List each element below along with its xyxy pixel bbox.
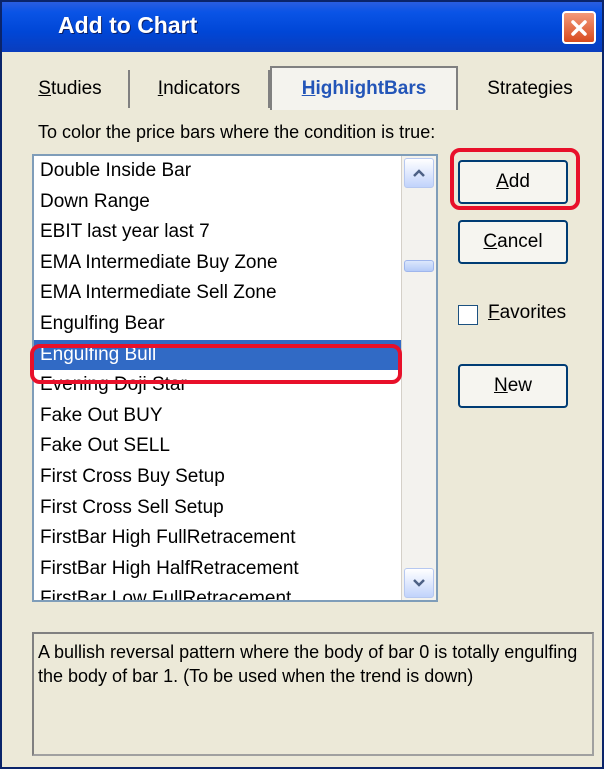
tab-label-rest: ighlightBars — [315, 78, 427, 99]
list-item[interactable]: First Cross Sell Setup — [34, 493, 402, 524]
favorites-label[interactable]: Favorites — [488, 302, 566, 324]
list-item[interactable]: FirstBar Low FullRetracement — [34, 584, 402, 600]
tab-label-rest: ndicators — [163, 78, 241, 99]
tab-label: Strategies — [487, 78, 573, 99]
highlightbars-list[interactable]: Double Inside Bar Down Range EBIT last y… — [32, 154, 438, 602]
add-button[interactable]: Add — [458, 160, 568, 204]
add-to-chart-dialog: Add to Chart Studies Indicators Highligh… — [0, 0, 604, 769]
scroll-up-button[interactable] — [404, 158, 434, 188]
list-rows: Double Inside Bar Down Range EBIT last y… — [34, 156, 402, 600]
description-box: A bullish reversal pattern where the bod… — [32, 632, 594, 756]
list-item[interactable]: First Cross Buy Setup — [34, 462, 402, 493]
list-item[interactable]: Down Range — [34, 187, 402, 218]
cancel-button[interactable]: Cancel — [458, 220, 568, 264]
list-item[interactable]: EMA Intermediate Buy Zone — [34, 248, 402, 279]
button-label-rest: dd — [508, 171, 530, 192]
list-item[interactable]: Evening Doji Star — [34, 370, 402, 401]
tab-highlightbars[interactable]: HighlightBars — [270, 66, 458, 110]
tab-label-rest: tudies — [50, 78, 102, 99]
window-title: Add to Chart — [58, 12, 198, 38]
button-accel: C — [483, 231, 498, 252]
scroll-down-button[interactable] — [404, 568, 434, 598]
favorites-accel: F — [488, 302, 500, 323]
list-item[interactable]: Double Inside Bar — [34, 156, 402, 187]
button-accel: N — [493, 375, 508, 396]
tab-accel: H — [301, 78, 316, 99]
instruction-text: To color the price bars where the condit… — [38, 122, 436, 142]
close-button[interactable] — [562, 11, 596, 44]
favorites-checkbox[interactable] — [458, 305, 478, 325]
list-item[interactable]: FirstBar High FullRetracement — [34, 523, 402, 554]
tab-strategies[interactable]: Strategies — [464, 70, 596, 108]
close-icon — [571, 19, 587, 36]
button-label-rest: ancel — [497, 231, 543, 252]
list-item[interactable]: FirstBar High HalfRetracement — [34, 554, 402, 585]
button-accel: A — [496, 171, 509, 192]
new-button[interactable]: New — [458, 364, 568, 408]
list-item[interactable]: EBIT last year last 7 — [34, 217, 402, 248]
list-item[interactable]: Fake Out BUY — [34, 401, 402, 432]
button-label-rest: ew — [507, 375, 533, 396]
tab-accel: S — [38, 78, 51, 99]
list-item[interactable]: Fake Out SELL — [34, 431, 402, 462]
tab-indicators[interactable]: Indicators — [130, 70, 270, 108]
list-scrollbar[interactable] — [401, 156, 436, 600]
scroll-thumb[interactable] — [404, 260, 434, 272]
list-item[interactable]: Engulfing Bear — [34, 309, 402, 340]
list-item[interactable]: EMA Intermediate Sell Zone — [34, 278, 402, 309]
tab-studies[interactable]: Studies — [12, 70, 130, 108]
chevron-down-icon — [413, 579, 425, 587]
chevron-up-icon — [413, 169, 425, 177]
tab-strip: Studies Indicators HighlightBars Strateg… — [12, 66, 596, 110]
title-bar[interactable]: Add to Chart — [2, 2, 602, 52]
list-item-selected[interactable]: Engulfing Bull — [34, 339, 402, 371]
favorites-label-rest: avorites — [499, 302, 567, 323]
